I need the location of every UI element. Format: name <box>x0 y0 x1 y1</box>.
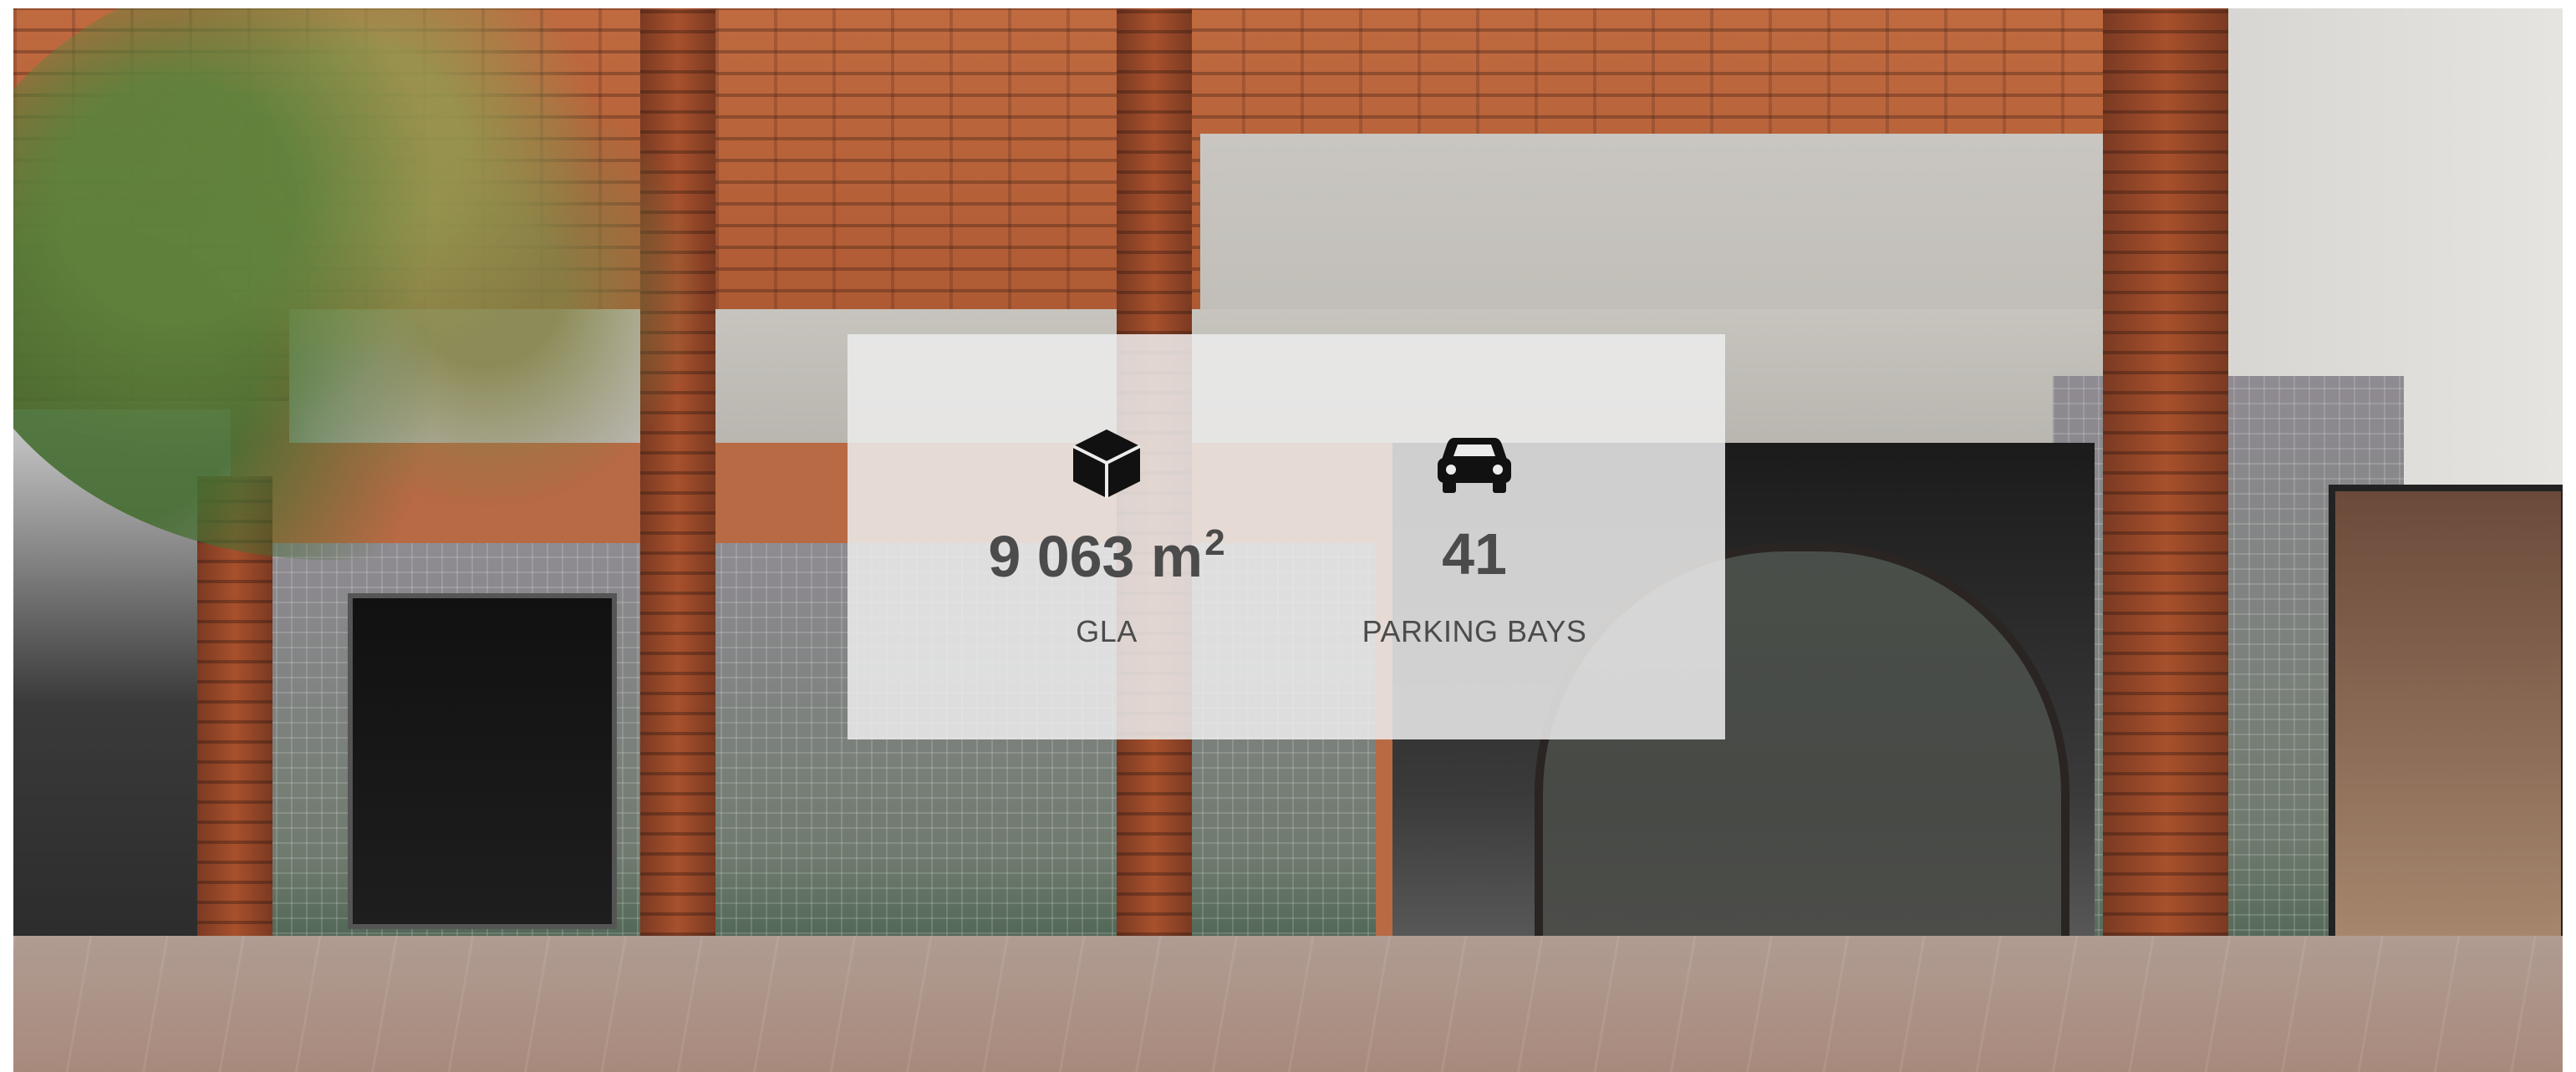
property-stats-overlay: 9 063 m2 GLA 41 PARKING BAYS <box>848 334 1725 739</box>
gla-label: GLA <box>1076 614 1138 648</box>
gla-stat: 9 063 m2 GLA <box>931 334 1282 739</box>
parking-stat: 41 PARKING BAYS <box>1299 334 1650 739</box>
gla-value: 9 063 m2 <box>988 522 1225 589</box>
sidewalk <box>13 936 2563 1072</box>
arched-window <box>348 593 617 929</box>
brick-pillar <box>2103 8 2228 1036</box>
shop-window <box>2329 485 2563 966</box>
tree <box>13 8 715 560</box>
gla-unit-superscript: 2 <box>1204 522 1225 563</box>
cube-icon <box>1067 423 1147 503</box>
parking-label: PARKING BAYS <box>1362 614 1587 648</box>
parking-value: 41 <box>1442 521 1507 587</box>
car-icon <box>1434 423 1515 503</box>
